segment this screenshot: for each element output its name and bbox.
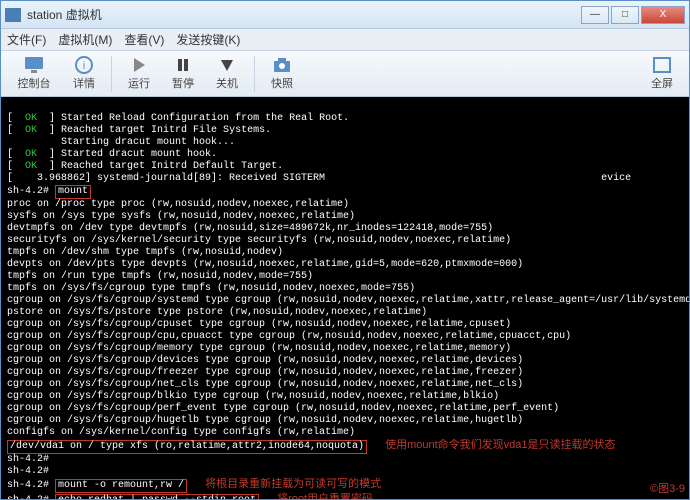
menu-file[interactable]: 文件(F) xyxy=(7,31,46,48)
window-title: station 虚拟机 xyxy=(27,6,581,23)
term-line: securityfs on /sys/kernel/security type … xyxy=(7,235,511,246)
fullscreen-label: 全屏 xyxy=(651,75,673,91)
cmd-remount-box: mount -o remount,rw / xyxy=(55,479,187,493)
toolbar: 控制台 i 详情 运行 暂停 关机 快照 全屏 xyxy=(1,51,689,97)
term-line: cgroup on /sys/fs/cgroup/memory type cgr… xyxy=(7,343,511,354)
play-icon xyxy=(129,56,149,74)
menubar: 文件(F) 虚拟机(M) 查看(V) 发送按键(K) xyxy=(1,29,689,51)
run-button[interactable]: 运行 xyxy=(118,54,160,94)
term-line: [ OK ] Started Reload Configuration from… xyxy=(7,113,349,124)
annotation-passwd: 将root用户重置密码 xyxy=(277,493,373,499)
fullscreen-icon xyxy=(652,56,672,74)
pause-label: 暂停 xyxy=(172,75,194,91)
term-line: sh-4.2# mount -o remount,rw / 将根目录重新挂载为可… xyxy=(7,480,381,491)
term-line: [ OK ] Reached target Initrd File System… xyxy=(7,125,271,136)
menu-sendkey[interactable]: 发送按键(K) xyxy=(176,31,240,48)
close-button[interactable]: X xyxy=(641,6,685,24)
menu-vm[interactable]: 虚拟机(M) xyxy=(58,31,112,48)
term-line: tmpfs on /sys/fs/cgroup type tmpfs (rw,n… xyxy=(7,283,415,294)
term-line: cgroup on /sys/fs/cgroup/freezer type cg… xyxy=(7,367,523,378)
term-line: /dev/vda1 on / type xfs (ro,relatime,att… xyxy=(7,441,616,452)
term-line: sysfs on /sys type sysfs (rw,nosuid,node… xyxy=(7,211,355,222)
separator xyxy=(254,56,255,92)
term-line: [ OK ] Reached target Initrd Default Tar… xyxy=(7,161,283,172)
shutdown-label: 关机 xyxy=(216,75,238,91)
annotation-remount: 将根目录重新挂载为可读可写的模式 xyxy=(205,478,381,490)
figure-label: ©图3-9 xyxy=(650,483,685,495)
menu-view[interactable]: 查看(V) xyxy=(124,31,164,48)
separator xyxy=(111,56,112,92)
term-line: configfs on /sys/kernel/config type conf… xyxy=(7,427,355,438)
term-line: [ OK ] Started dracut mount hook. xyxy=(7,149,217,160)
term-line: cgroup on /sys/fs/cgroup/hugetlb type cg… xyxy=(7,415,523,426)
term-line: sh-4.2# xyxy=(7,454,49,465)
term-line: devpts on /dev/pts type devpts (rw,nosui… xyxy=(7,259,523,270)
term-line: tmpfs on /run type tmpfs (rw,nosuid,node… xyxy=(7,271,313,282)
term-line: cgroup on /sys/fs/cgroup/devices type cg… xyxy=(7,355,523,366)
snapshot-label: 快照 xyxy=(271,75,293,91)
snapshot-button[interactable]: 快照 xyxy=(261,54,303,94)
cmd-mount-box: mount xyxy=(55,185,91,199)
term-line: cgroup on /sys/fs/cgroup/cpu,cpuacct typ… xyxy=(7,331,571,342)
run-label: 运行 xyxy=(128,75,150,91)
titlebar: station 虚拟机 — □ X xyxy=(1,1,689,29)
term-line: sh-4.2# mount xyxy=(7,186,91,197)
pause-button[interactable]: 暂停 xyxy=(162,54,204,94)
details-icon: i xyxy=(74,56,94,74)
camera-icon xyxy=(272,56,292,74)
svg-text:i: i xyxy=(83,60,85,72)
term-line: sh-4.2# echo redhat | passwd --stdin roo… xyxy=(7,495,373,499)
term-line: cgroup on /sys/fs/cgroup/systemd type cg… xyxy=(7,295,689,306)
terminal[interactable]: [ OK ] Started Reload Configuration from… xyxy=(1,97,689,499)
annotation-mount: 使用mount命令我们发现vda1是只读挂载的状态 xyxy=(385,439,615,451)
pause-icon xyxy=(173,56,193,74)
term-line: cgroup on /sys/fs/cgroup/blkio type cgro… xyxy=(7,391,499,402)
console-label: 控制台 xyxy=(18,75,51,91)
shutdown-button[interactable]: 关机 xyxy=(206,54,248,94)
term-line: cgroup on /sys/fs/cgroup/cpuset type cgr… xyxy=(7,319,511,330)
details-label: 详情 xyxy=(73,75,95,91)
app-icon xyxy=(5,8,21,22)
term-line: cgroup on /sys/fs/cgroup/perf_event type… xyxy=(7,403,559,414)
minimize-button[interactable]: — xyxy=(581,6,609,24)
vm-window: station 虚拟机 — □ X 文件(F) 虚拟机(M) 查看(V) 发送按… xyxy=(0,0,690,500)
term-line: proc on /proc type proc (rw,nosuid,nodev… xyxy=(7,199,349,210)
console-icon xyxy=(24,56,44,74)
console-button[interactable]: 控制台 xyxy=(7,54,61,94)
term-line: cgroup on /sys/fs/cgroup/net_cls type cg… xyxy=(7,379,523,390)
vda1-box: /dev/vda1 on / type xfs (ro,relatime,att… xyxy=(7,440,367,454)
cmd-passwd-box: echo redhat | passwd --stdin root xyxy=(55,494,259,499)
details-button[interactable]: i 详情 xyxy=(63,54,105,94)
term-line: sh-4.2# xyxy=(7,466,49,477)
window-controls: — □ X xyxy=(581,6,685,24)
maximize-button[interactable]: □ xyxy=(611,6,639,24)
term-line: Starting dracut mount hook... xyxy=(7,137,235,148)
term-line: [ 3.968862] systemd-journald[89]: Receiv… xyxy=(7,173,631,184)
power-icon xyxy=(217,56,237,74)
term-line: devtmpfs on /dev type devtmpfs (rw,nosui… xyxy=(7,223,493,234)
term-line: pstore on /sys/fs/pstore type pstore (rw… xyxy=(7,307,427,318)
fullscreen-button[interactable]: 全屏 xyxy=(641,54,683,94)
term-line: tmpfs on /dev/shm type tmpfs (rw,nosuid,… xyxy=(7,247,283,258)
